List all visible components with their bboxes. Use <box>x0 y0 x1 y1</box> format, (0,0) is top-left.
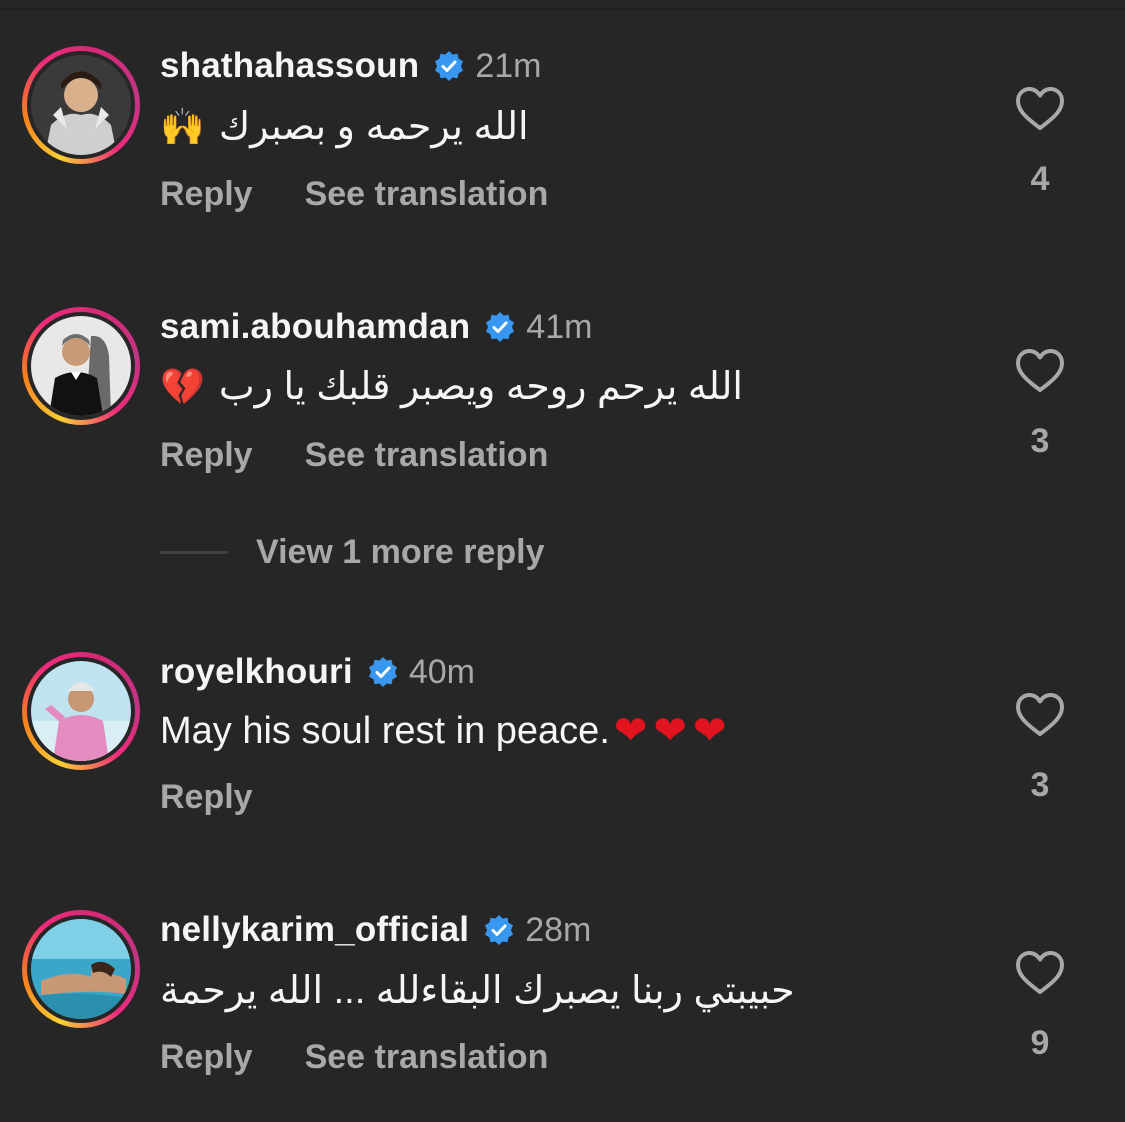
avatar-image <box>31 55 131 155</box>
comment-username[interactable]: royelkhouri <box>160 652 353 692</box>
comment-text-content: الله يرحمه و بصبرك <box>218 106 529 148</box>
avatar[interactable] <box>22 46 140 164</box>
comment-timestamp: 21m <box>475 46 542 85</box>
verified-badge-icon <box>433 50 465 82</box>
verified-badge-icon <box>483 914 515 946</box>
top-divider <box>0 8 1125 10</box>
like-heart-icon[interactable] <box>1015 86 1065 132</box>
avatar-image <box>31 661 131 761</box>
comment-username[interactable]: nellykarim_official <box>160 910 469 950</box>
see-translation-button[interactable]: See translation <box>305 436 549 475</box>
broken-heart-emoji: 💔 <box>160 366 205 408</box>
comment-text-content: May his soul rest in peace. <box>160 709 610 752</box>
comment-text-content: حبيبتي ربنا يصبرك البقاءلله ... الله يرح… <box>160 970 795 1012</box>
avatar-image <box>31 919 131 1019</box>
comment-text-content: الله يرحم روحه ويصبر قلبك يا رب <box>218 366 743 408</box>
comment-text: حبيبتي ربنا يصبرك البقاءلله ... الله يرح… <box>160 968 795 1013</box>
comment-text: 💔 الله يرحم روحه ويصبر قلبك يا رب <box>160 364 743 409</box>
verified-badge-icon <box>367 656 399 688</box>
reply-button[interactable]: Reply <box>160 778 253 817</box>
comment-text: May his soul rest in peace. ❤❤❤ <box>160 708 732 754</box>
avatar[interactable] <box>22 910 140 1028</box>
comment-text: 🙌 الله يرحمه و بصبرك <box>160 104 529 149</box>
comment-timestamp: 28m <box>525 910 592 949</box>
view-more-replies-label[interactable]: View 1 more reply <box>256 533 545 572</box>
like-heart-icon[interactable] <box>1015 348 1065 394</box>
comment-username[interactable]: sami.abouhamdan <box>160 307 470 347</box>
raising-hands-emoji: 🙌 <box>160 106 205 148</box>
replies-divider-line <box>160 550 228 554</box>
comment-username[interactable]: shathahassoun <box>160 46 419 86</box>
like-heart-icon[interactable] <box>1015 692 1065 738</box>
red-hearts-emoji: ❤❤❤ <box>613 708 733 754</box>
like-count: 3 <box>1030 766 1050 804</box>
avatar[interactable] <box>22 307 140 425</box>
view-more-replies[interactable]: View 1 more reply <box>160 530 545 574</box>
like-count: 3 <box>1030 422 1050 460</box>
see-translation-button[interactable]: See translation <box>305 1038 549 1077</box>
like-count: 4 <box>1030 160 1050 198</box>
verified-badge-icon <box>484 311 516 343</box>
see-translation-button[interactable]: See translation <box>305 175 549 214</box>
avatar-image <box>31 316 131 416</box>
comment-timestamp: 41m <box>526 307 593 346</box>
reply-button[interactable]: Reply <box>160 175 253 214</box>
reply-button[interactable]: Reply <box>160 436 253 475</box>
avatar[interactable] <box>22 652 140 770</box>
like-heart-icon[interactable] <box>1015 950 1065 996</box>
reply-button[interactable]: Reply <box>160 1038 253 1077</box>
like-count: 9 <box>1030 1024 1050 1062</box>
comment-timestamp: 40m <box>408 652 475 691</box>
